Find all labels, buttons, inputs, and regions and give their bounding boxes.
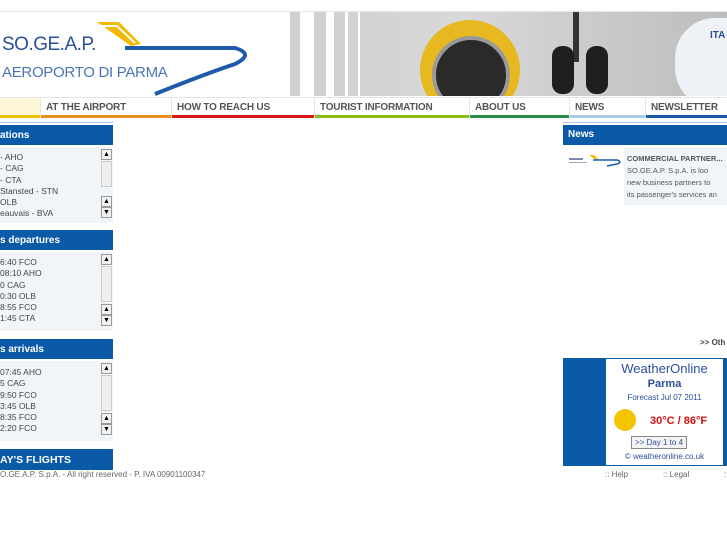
scroll-up-icon[interactable]: ▲ (101, 254, 112, 265)
weather-widget: WeatherOnline Parma Forecast Jul 07 2011… (563, 358, 727, 466)
news-item[interactable]: COMMERCIAL PARTNER... SO.GE.A.P. S.p.A. … (563, 147, 727, 205)
list-item[interactable]: - AHO (0, 152, 113, 163)
other-news-link[interactable]: >> Oth (700, 338, 725, 347)
photo-text: ITA (710, 30, 726, 41)
destinations-list[interactable]: - AHO - CAG - CTA Stansted - STN OLB eau… (0, 147, 113, 223)
nav-news[interactable]: NEWS (569, 98, 645, 118)
scroll-up-icon[interactable]: ▲ (101, 196, 112, 207)
wheel (586, 46, 608, 94)
news-line: new business partners to (627, 178, 711, 187)
nav-how-to-reach-us[interactable]: HOW TO REACH US (171, 98, 314, 118)
list-item[interactable]: 08:10 AHO (0, 268, 113, 279)
news-text: COMMERCIAL PARTNER... SO.GE.A.P. S.p.A. … (624, 147, 727, 205)
nav-bar (646, 115, 727, 118)
nav-label: ABOUT US (475, 102, 526, 113)
footer-link-help[interactable]: :: Help (605, 470, 628, 479)
stripe (326, 12, 334, 96)
nav-bar (41, 115, 171, 118)
weather-panel: WeatherOnline Parma Forecast Jul 07 2011… (606, 359, 723, 465)
main-nav: AT THE AIRPORT HOW TO REACH US TOURIST I… (0, 97, 727, 118)
scroll-up-icon[interactable]: ▲ (101, 304, 112, 315)
nav-label: AT THE AIRPORT (46, 102, 126, 113)
list-item[interactable]: 6:40 FCO (0, 257, 113, 268)
list-item[interactable]: 8:35 FCO (0, 412, 113, 423)
weather-brand[interactable]: WeatherOnline (606, 361, 723, 376)
wheel (552, 46, 574, 94)
divider (563, 122, 727, 123)
nav-bar (315, 115, 469, 118)
nav-at-the-airport[interactable]: AT THE AIRPORT (40, 98, 171, 118)
list-item[interactable]: 5 CAG (0, 378, 113, 389)
list-item[interactable]: - CTA (0, 175, 113, 186)
news-header: News (563, 125, 727, 145)
weather-days-button[interactable]: >> Day 1 to 4 (631, 436, 687, 449)
nav-label: NEWSLETTER (651, 102, 718, 113)
todays-flights-button[interactable]: AY'S FLIGHTS (0, 449, 113, 470)
news-line: its passenger's services an (627, 190, 717, 199)
list-item[interactable]: Stansted - STN (0, 186, 113, 197)
list-item[interactable]: 0:30 OLB (0, 291, 113, 302)
news-logo-icon (569, 155, 621, 167)
scroll-down-icon[interactable]: ▼ (101, 424, 112, 435)
logo-title: SO.GE.A.P. (2, 34, 96, 55)
weather-temperature: 30°C / 86°F (650, 415, 708, 427)
stripe (345, 12, 348, 96)
arrivals-list[interactable]: 07:45 AHO 5 CAG 9:50 FCO 3:45 OLB 8:35 F… (0, 361, 113, 441)
scroll-thumb[interactable] (101, 161, 112, 187)
list-item[interactable]: 3:45 OLB (0, 401, 113, 412)
scroll-down-icon[interactable]: ▼ (101, 315, 112, 326)
plane-logo-icon (97, 22, 247, 96)
nav-bar (470, 115, 569, 118)
news-line: SO.GE.A.P. S.p.A. is loo (627, 166, 709, 175)
logo-subtitle: AEROPORTO DI PARMA (2, 64, 168, 81)
list-item[interactable]: 8:55 FCO (0, 302, 113, 313)
nav-about-us[interactable]: ABOUT US (469, 98, 569, 118)
arrivals-header: s arrivals (0, 339, 113, 359)
weather-city: Parma (647, 378, 682, 390)
header-photo: ITA (290, 12, 727, 96)
scroll-up-icon[interactable]: ▲ (101, 413, 112, 424)
nav-label: HOW TO REACH US (177, 102, 270, 113)
list-item[interactable]: eauvais - BVA (0, 208, 113, 219)
footer-link-legal[interactable]: :: Legal (663, 470, 689, 479)
footer-link-more[interactable]: : (724, 470, 726, 479)
scrollbar[interactable]: ▲ ▲ ▼ (101, 254, 112, 326)
nav-tourist-information[interactable]: TOURIST INFORMATION (314, 98, 469, 118)
departures-list[interactable]: 6:40 FCO 08:10 AHO 0 CAG 0:30 OLB 8:55 F… (0, 252, 113, 331)
nav-bar (172, 115, 314, 118)
list-item[interactable]: - CAG (0, 163, 113, 174)
destinations-header: ations (0, 125, 113, 145)
scroll-up-icon[interactable]: ▲ (101, 149, 112, 160)
scroll-thumb[interactable] (101, 375, 112, 411)
stripe (358, 12, 360, 96)
copyright: O.GE.A.P. S.p.A. - All right reserved - … (0, 470, 206, 479)
weather-forecast-date: Forecast Jul 07 2011 (627, 393, 702, 402)
nav-home[interactable] (0, 98, 40, 118)
scroll-up-icon[interactable]: ▲ (101, 363, 112, 374)
header: SO.GE.A.P. AEROPORTO DI PARMA ITA (0, 11, 727, 96)
list-item[interactable]: 07:45 AHO (0, 367, 113, 378)
nav-bar (0, 115, 40, 118)
list-item[interactable]: 0 CAG (0, 280, 113, 291)
scrollbar[interactable]: ▲ ▲ ▼ (101, 363, 112, 435)
logo[interactable]: SO.GE.A.P. AEROPORTO DI PARMA (0, 12, 290, 96)
nav-newsletter[interactable]: NEWSLETTER (645, 98, 727, 118)
list-item[interactable]: 9:50 FCO (0, 390, 113, 401)
scroll-thumb[interactable] (101, 266, 112, 302)
nav-label: NEWS (575, 102, 605, 113)
list-item[interactable]: 1:45 CTA (0, 313, 113, 324)
sun-icon (614, 409, 636, 431)
scrollbar[interactable]: ▲ ▲ ▼ (101, 149, 112, 218)
list-item[interactable]: 2:20 FCO (0, 423, 113, 434)
departures-header: s departures (0, 230, 113, 250)
nav-bar (570, 115, 645, 118)
weather-copyright[interactable]: © weatheronline.co.uk (606, 452, 723, 461)
list-item[interactable]: OLB (0, 197, 113, 208)
news-title[interactable]: COMMERCIAL PARTNER... (627, 153, 727, 165)
scroll-down-icon[interactable]: ▼ (101, 207, 112, 218)
nav-label: TOURIST INFORMATION (320, 102, 433, 113)
stripe (300, 12, 314, 96)
divider (0, 122, 113, 123)
